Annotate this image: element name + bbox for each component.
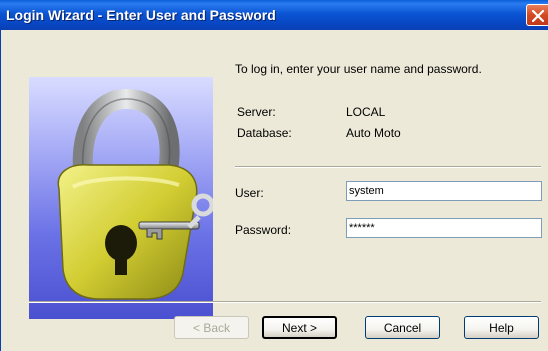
login-wizard-window: Login Wizard - Enter User and Password T… bbox=[0, 0, 548, 351]
password-label: Password: bbox=[235, 223, 292, 237]
database-value: Auto Moto bbox=[346, 126, 401, 140]
button-divider bbox=[29, 301, 541, 303]
next-button[interactable]: Next > bbox=[262, 316, 337, 339]
cancel-button[interactable]: Cancel bbox=[365, 316, 440, 339]
user-input[interactable] bbox=[346, 181, 542, 201]
server-label: Server: bbox=[237, 105, 276, 119]
close-button[interactable] bbox=[526, 4, 548, 26]
help-button[interactable]: Help bbox=[464, 316, 539, 339]
back-button[interactable]: < Back bbox=[174, 316, 249, 339]
user-label: User: bbox=[235, 186, 264, 200]
dialog-body: To log in, enter your user name and pass… bbox=[0, 30, 548, 351]
database-label: Database: bbox=[237, 126, 292, 140]
window-title: Login Wizard - Enter User and Password bbox=[6, 7, 276, 23]
intro-text: To log in, enter your user name and pass… bbox=[235, 62, 482, 76]
title-bar[interactable]: Login Wizard - Enter User and Password bbox=[0, 0, 548, 30]
section-divider bbox=[235, 166, 541, 168]
password-input[interactable] bbox=[346, 218, 542, 238]
padlock-key-icon bbox=[57, 89, 213, 300]
wizard-image bbox=[29, 77, 213, 319]
server-value: LOCAL bbox=[346, 105, 386, 119]
close-icon bbox=[532, 10, 544, 22]
